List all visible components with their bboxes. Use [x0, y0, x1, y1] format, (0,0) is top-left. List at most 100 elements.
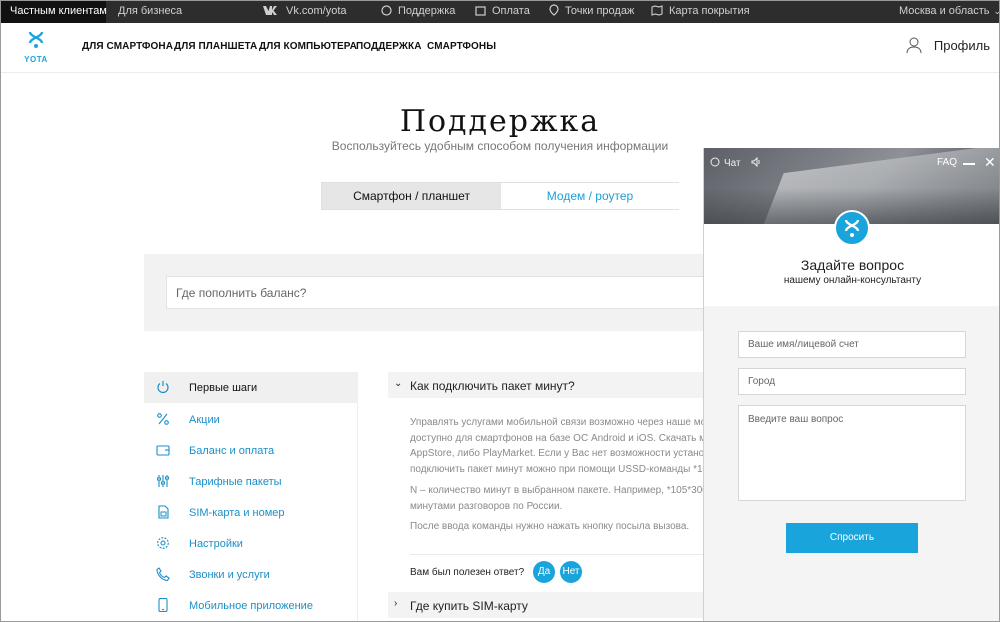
search-input[interactable]: [167, 277, 725, 308]
yota-logo[interactable]: YOTA: [24, 31, 48, 64]
search-panel: [144, 254, 744, 331]
sidebar-item-label: Первые шаги: [189, 382, 258, 394]
faq-question-sim[interactable]: › Где купить SIM-карту: [388, 592, 704, 618]
logo-text: YOTA: [24, 55, 48, 64]
gear-icon: [157, 537, 169, 549]
tab-private-clients[interactable]: Частным клиентам: [0, 0, 107, 23]
payment-link[interactable]: Оплата: [475, 0, 530, 23]
chevron-down-icon: ⌄: [394, 378, 403, 389]
nav-computer[interactable]: ДЛЯ КОМПЬЮТЕРА: [259, 41, 357, 52]
sidebar-item-label: Баланс и оплата: [189, 445, 275, 457]
faq-question-minutes[interactable]: ⌄ Как подключить пакет минут?: [388, 372, 704, 398]
tab-modem-router[interactable]: Модем / роутер: [501, 183, 679, 209]
chat-title: Задайте вопрос: [800, 257, 905, 273]
sidebar-item-mobile-app[interactable]: Мобильное приложение: [144, 590, 358, 621]
payment-link-label: Оплата: [492, 5, 530, 17]
sidebar-item-label: Настройки: [189, 538, 243, 550]
close-icon[interactable]: ✕: [984, 155, 996, 169]
coverage-link[interactable]: Карта покрытия: [651, 0, 750, 23]
sidebar-item-label: Звонки и услуги: [189, 569, 270, 581]
faq-panel: ⌄ Как подключить пакет минут? Управлять …: [388, 372, 704, 622]
user-icon: [906, 37, 922, 54]
profile-link[interactable]: Профиль: [906, 37, 990, 54]
sidebar-item-label: SIM-карта и номер: [189, 507, 285, 519]
chat-widget: Чат FAQ ✕ Задайте вопрос нашему онлайн-к…: [703, 148, 1000, 622]
power-icon: [157, 381, 169, 394]
sidebar-item-settings[interactable]: Настройки: [144, 528, 358, 559]
nav-tablet[interactable]: ДЛЯ ПЛАНШЕТА: [174, 41, 257, 52]
coverage-link-label: Карта покрытия: [669, 5, 750, 17]
sidebar-item-balance[interactable]: Баланс и оплата: [144, 435, 358, 466]
chevron-down-icon: ⌄: [993, 6, 1000, 16]
faq-answer-paragraph: После ввода команды нужно нажать кнопку …: [410, 519, 704, 535]
page-title: Поддержка: [399, 104, 601, 139]
device-tabs: Смартфон / планшет Модем / роутер: [321, 182, 679, 210]
city-field[interactable]: [739, 369, 965, 394]
sidebar-item-calls[interactable]: Звонки и услуги: [144, 559, 358, 590]
tab-smartphone-tablet[interactable]: Смартфон / планшет: [322, 183, 501, 209]
sound-icon[interactable]: [751, 156, 761, 168]
faq-answer-line: AppStore, либо PlayMarket. Если у Вас не…: [410, 448, 704, 459]
search-box: [166, 276, 726, 309]
percent-icon: [157, 413, 169, 425]
sidebar-item-first-steps[interactable]: Первые шаги: [144, 372, 358, 403]
support-link[interactable]: Поддержка: [381, 0, 455, 23]
sidebar-item-label: Мобильное приложение: [189, 600, 313, 612]
nav-smartphone[interactable]: ДЛЯ СМАРТФОНА: [82, 41, 173, 52]
vk-link[interactable]: Vk.com/yota: [262, 0, 347, 23]
faq-answer-line: подключить пакет минут можно при помощи …: [410, 463, 704, 475]
wallet-icon: [156, 445, 170, 456]
faq-answer-line: доступно для смартфонов на базе ОС Andro…: [410, 432, 704, 444]
yota-logo-icon: [28, 31, 44, 48]
chat-tab-label: Чат: [724, 158, 741, 169]
name-field-wrap: [738, 331, 966, 358]
faq-question-text: Где купить SIM-карту: [410, 599, 528, 613]
region-label: Москва и область: [899, 5, 990, 17]
map-icon: [651, 5, 663, 16]
sidebar-item-sim[interactable]: SIM-карта и номер: [144, 497, 358, 528]
sliders-icon: [157, 475, 169, 487]
sales-points-link[interactable]: Точки продаж: [549, 0, 634, 23]
chat-tab[interactable]: Чат: [710, 156, 761, 169]
sidebar-item-tariffs[interactable]: Тарифные пакеты: [144, 466, 358, 497]
yes-button[interactable]: Да: [533, 561, 555, 583]
divider: [410, 554, 704, 555]
minimize-icon[interactable]: [963, 163, 975, 165]
smartphone-icon: [158, 598, 168, 612]
phone-icon: [156, 567, 170, 581]
profile-label: Профиль: [933, 38, 990, 53]
ask-button[interactable]: Спросить: [786, 523, 918, 553]
chat-bubble-icon: [381, 5, 392, 16]
no-button[interactable]: Нет: [560, 561, 582, 583]
vk-link-label: Vk.com/yota: [286, 5, 347, 17]
region-selector[interactable]: Москва и область ⌄: [899, 0, 1000, 23]
chat-faq-link[interactable]: FAQ: [937, 157, 957, 168]
faq-answer-paragraph: N – количество минут в выбранном пакете.…: [410, 483, 704, 514]
chat-subtitle: нашему онлайн-консультанту: [783, 275, 922, 286]
chat-bubble-icon: [710, 157, 720, 167]
name-field[interactable]: [739, 332, 965, 357]
question-field-wrap: [738, 405, 966, 501]
faq-answer-line: N – количество минут в выбранном пакете.…: [410, 485, 704, 496]
city-field-wrap: [738, 368, 966, 395]
chat-toolbar: Чат FAQ ✕: [704, 155, 1000, 171]
sidebar-item-promotions[interactable]: Акции: [144, 404, 358, 435]
faq-answer-paragraph: Управлять услугами мобильной связи возмо…: [410, 415, 704, 477]
wallet-icon: [475, 6, 486, 16]
useful-question: Вам был полезен ответ?: [410, 567, 525, 578]
question-field[interactable]: [739, 406, 965, 500]
chevron-right-icon: ›: [394, 598, 398, 609]
yota-logo-icon: [844, 219, 860, 237]
sidebar-item-label: Тарифные пакеты: [189, 476, 282, 488]
tab-business[interactable]: Для бизнеса: [118, 0, 182, 23]
consultant-avatar: [834, 210, 870, 246]
faq-question-text: Как подключить пакет минут?: [410, 379, 575, 393]
main-header: YOTA ДЛЯ СМАРТФОНА ДЛЯ ПЛАНШЕТА ДЛЯ КОМП…: [0, 23, 1000, 73]
faq-answer-line: После ввода команды нужно нажать кнопку …: [410, 521, 690, 532]
sidebar-item-label: Акции: [189, 414, 220, 426]
nav-smartphones[interactable]: СМАРТФОНЫ: [427, 41, 496, 52]
map-pin-icon: [549, 4, 559, 16]
sales-points-link-label: Точки продаж: [565, 5, 635, 17]
nav-support[interactable]: ПОДДЕРЖКА: [356, 41, 422, 52]
support-link-label: Поддержка: [398, 5, 456, 17]
